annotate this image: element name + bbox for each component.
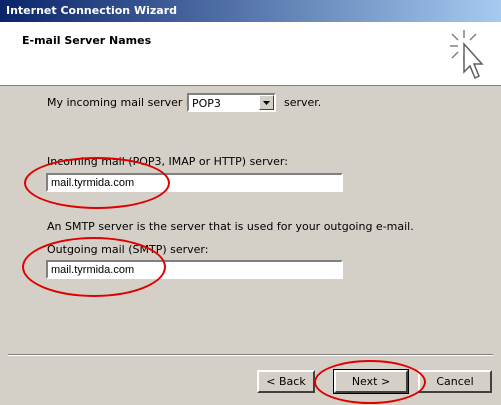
page-title: E-mail Server Names — [22, 34, 152, 47]
back-button[interactable]: < Back — [257, 370, 315, 393]
incoming-server-label: Incoming mail (POP3, IMAP or HTTP) serve… — [47, 155, 288, 168]
smtp-note: An SMTP server is the server that is use… — [47, 220, 414, 233]
cancel-button[interactable]: Cancel — [418, 370, 492, 393]
outgoing-server-label: Outgoing mail (SMTP) server: — [47, 243, 209, 256]
footer-divider — [8, 354, 493, 356]
server-type-select[interactable]: POP3 — [187, 93, 276, 112]
window-title: Internet Connection Wizard — [6, 4, 177, 17]
next-button[interactable]: Next > — [333, 369, 409, 394]
server-type-value: POP3 — [192, 97, 221, 110]
wizard-header: E-mail Server Names — [0, 22, 501, 86]
outgoing-server-input[interactable] — [46, 260, 343, 279]
wizard-cursor-icon — [450, 30, 484, 80]
chevron-down-icon — [263, 101, 270, 105]
dropdown-arrow-button[interactable] — [259, 95, 274, 110]
incoming-server-input[interactable] — [46, 173, 343, 192]
title-bar: Internet Connection Wizard — [0, 0, 501, 22]
server-type-suffix: server. — [284, 96, 322, 109]
server-type-prefix: My incoming mail server is a — [47, 96, 205, 109]
